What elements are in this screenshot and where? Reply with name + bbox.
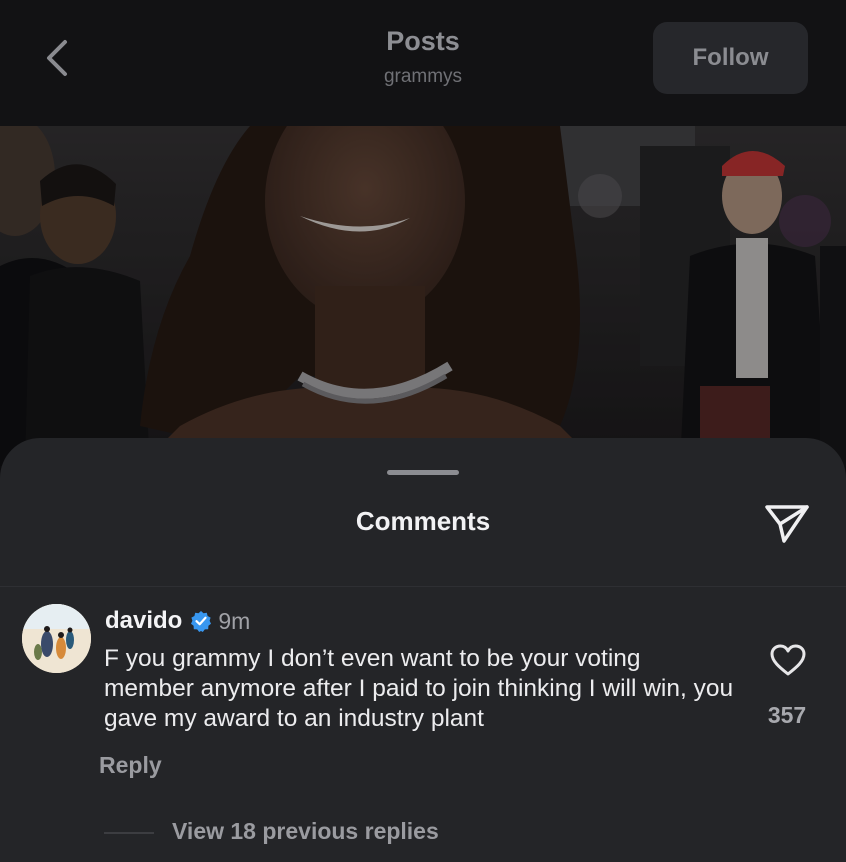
- like-count: 357: [767, 702, 807, 728]
- comments-sheet: Comments davido 9m F you grammy I don’t …: [0, 438, 846, 862]
- comment-text: F you grammy I don’t even want to be you…: [104, 645, 734, 732]
- like-button[interactable]: [768, 642, 808, 678]
- follow-button[interactable]: Follow: [653, 22, 808, 94]
- comments-title: Comments: [355, 506, 491, 536]
- replies-line: [104, 832, 154, 834]
- post-image: [0, 126, 846, 466]
- avatar-image: [22, 604, 91, 673]
- sheet-drag-handle[interactable]: [387, 470, 459, 475]
- verified-badge-icon: [190, 610, 212, 632]
- top-bar: Posts grammys Follow: [0, 0, 846, 126]
- reply-button[interactable]: Reply: [99, 752, 162, 779]
- avatar[interactable]: [22, 604, 91, 673]
- comment-username[interactable]: davido: [105, 607, 182, 635]
- heart-icon: [770, 644, 806, 676]
- divider: [0, 586, 846, 587]
- comment-header: davido 9m: [105, 606, 250, 636]
- view-replies-button[interactable]: View 18 previous replies: [172, 818, 439, 845]
- post-photo[interactable]: [0, 126, 846, 466]
- paper-plane-icon: [765, 505, 809, 543]
- share-button[interactable]: [760, 496, 814, 550]
- post-comments-screen: Posts grammys Follow Comments davido 9m …: [0, 0, 846, 862]
- comment-timestamp: 9m: [218, 607, 251, 634]
